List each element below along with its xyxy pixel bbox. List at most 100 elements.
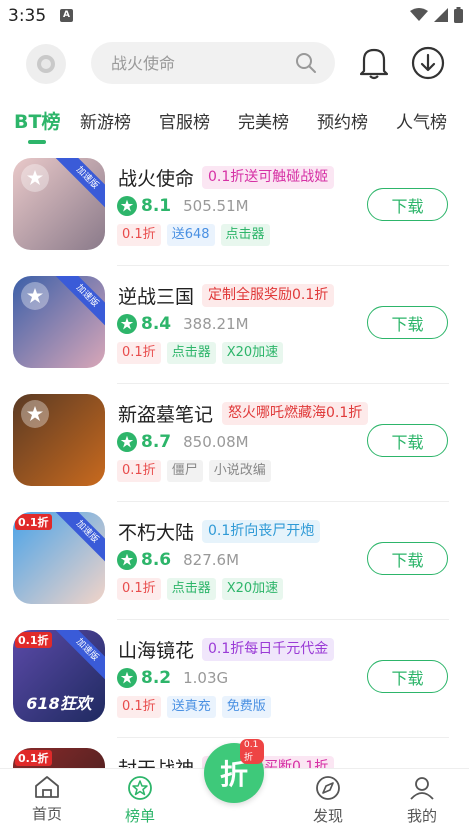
active-tab-indicator [28,140,46,144]
game-name[interactable]: 山海镜花 [118,636,194,663]
game-name[interactable]: 逆战三国 [118,282,194,309]
rating-value: 8.7 [141,432,172,452]
discount-badge: 0.1折 [240,739,264,764]
game-row[interactable]: 新盗墓笔记 怒火哪吒燃藏海0.1折 8.7 850.08M 0.1折 僵尸 小说改编 下载 [0,388,469,506]
tag: 送真充 [166,696,216,718]
download-button[interactable]: 下载 [367,424,448,457]
tag: 送648 [166,224,215,246]
avatar-icon [37,55,55,73]
rating-row: 8.6 827.6M [117,549,239,571]
icon-caption: 618狂欢 [26,694,92,713]
nav-mine[interactable]: 我的 [392,775,452,826]
nav-home-label: 首页 [31,805,62,823]
tab-reservation[interactable]: 预约榜 [317,108,368,133]
download-button[interactable]: 下载 [367,188,448,221]
tag: X20加速 [221,342,284,364]
row-divider [117,501,449,502]
promo-badge: 0.1折向丧尸开炮 [202,520,321,543]
notification-icon: A [60,9,73,22]
tag: 点击器 [166,342,216,364]
nav-discover-label: 发现 [312,807,343,825]
tag: 僵尸 [166,460,203,482]
game-icon[interactable]: 0.1折 加速版 [13,512,105,604]
rating-row: 8.2 1.03G [117,667,228,689]
speed-version-ribbon: 加速版 [53,158,105,212]
tag: 0.1折 [117,578,161,600]
game-row[interactable]: 0.1折 加速版 618狂欢 山海镜花 0.1折每日千元代金 8.2 1.03G 0.1折 送真… [0,624,469,742]
tag: 点击器 [166,578,216,600]
game-row[interactable]: 0.1折 加速版 不朽大陆 0.1折向丧尸开炮 8.6 827.6M 0.1折 点击器 X20加… [0,506,469,624]
row-divider [117,383,449,384]
tab-new-games[interactable]: 新游榜 [80,108,131,133]
bottom-nav: 首页 榜单 折 0.1折 发现 我的 [0,739,469,833]
download-button[interactable]: 下载 [367,660,448,693]
tag: 点击器 [220,224,270,246]
status-bar: 3:35 A [0,0,469,32]
rating-star-icon [117,196,137,216]
game-icon[interactable]: 加速版 [13,276,105,368]
tag-list: 0.1折 点击器 X20加速 [117,578,284,600]
tag-list: 0.1折 送真充 免费版 [117,696,271,718]
file-size: 1.03G [183,669,229,687]
rating-star-icon [117,550,137,570]
search-input[interactable] [111,42,291,84]
avatar[interactable] [26,44,66,84]
speed-version-ribbon: 加速版 [53,512,105,566]
rating-value: 8.4 [141,314,172,334]
nav-home[interactable]: 首页 [17,775,77,824]
download-icon [411,46,445,80]
file-size: 388.21M [183,315,249,333]
rating-value: 8.1 [141,196,172,216]
rating-star-icon [117,314,137,334]
game-icon[interactable]: 加速版 [13,158,105,250]
game-name[interactable]: 新盗墓笔记 [118,400,213,427]
tag-list: 0.1折 送648 点击器 [117,224,270,246]
nav-ranking[interactable]: 榜单 [110,775,170,826]
speed-version-ribbon: 加速版 [53,276,105,330]
notification-button[interactable] [357,43,391,83]
favorite-star-icon [21,400,49,428]
row-divider [117,737,449,738]
rating-row: 8.4 388.21M [117,313,249,335]
tag: 0.1折 [117,342,161,364]
tab-perfect[interactable]: 完美榜 [238,108,289,133]
download-button[interactable]: 下载 [367,542,448,575]
tag: X20加速 [221,578,284,600]
promo-badge: 0.1折每日千元代金 [202,638,335,661]
tag-list: 0.1折 点击器 X20加速 [117,342,284,364]
tab-popular[interactable]: 人气榜 [396,108,447,133]
game-row[interactable]: 加速版 战火使命 0.1折送可触碰战姬 8.1 505.51M 0.1折 送648 点击器 下载 [0,152,469,270]
discount-center-button[interactable]: 折 0.1折 [204,739,264,803]
nav-ranking-label: 榜单 [124,807,155,825]
discount-corner-tag: 0.1折 [15,514,52,530]
tab-bt[interactable]: BT榜 [14,107,60,134]
game-icon[interactable]: 0.1折 加速版 618狂欢 [13,630,105,722]
home-icon [35,776,59,798]
favorite-star-icon [21,282,49,310]
status-icons [410,7,463,23]
game-name[interactable]: 不朽大陆 [118,518,194,545]
battery-icon [454,7,463,23]
search-box[interactable] [91,42,335,84]
row-divider [117,265,449,266]
tag: 0.1折 [117,460,161,482]
rating-row: 8.7 850.08M [117,431,249,453]
discount-corner-tag: 0.1折 [15,750,52,766]
game-list: 加速版 战火使命 0.1折送可触碰战姬 8.1 505.51M 0.1折 送648 点击器 下载… [0,152,469,772]
game-name[interactable]: 战火使命 [118,164,194,191]
promo-badge: 定制全服奖励0.1折 [202,284,335,307]
rating-value: 8.2 [141,668,172,688]
compass-icon [316,776,340,800]
download-manager-button[interactable] [410,44,446,82]
game-icon[interactable] [13,394,105,486]
tab-official[interactable]: 官服榜 [159,108,210,133]
bell-icon [360,48,388,80]
rating-row: 8.1 505.51M [117,195,249,217]
nav-discover[interactable]: 发现 [298,775,358,826]
search-icon[interactable] [295,52,317,74]
file-size: 827.6M [183,551,240,569]
favorite-star-icon [21,164,49,192]
game-row[interactable]: 加速版 逆战三国 定制全服奖励0.1折 8.4 388.21M 0.1折 点击器 X20加速 下… [0,270,469,388]
row-divider [117,619,449,620]
download-button[interactable]: 下载 [367,306,448,339]
